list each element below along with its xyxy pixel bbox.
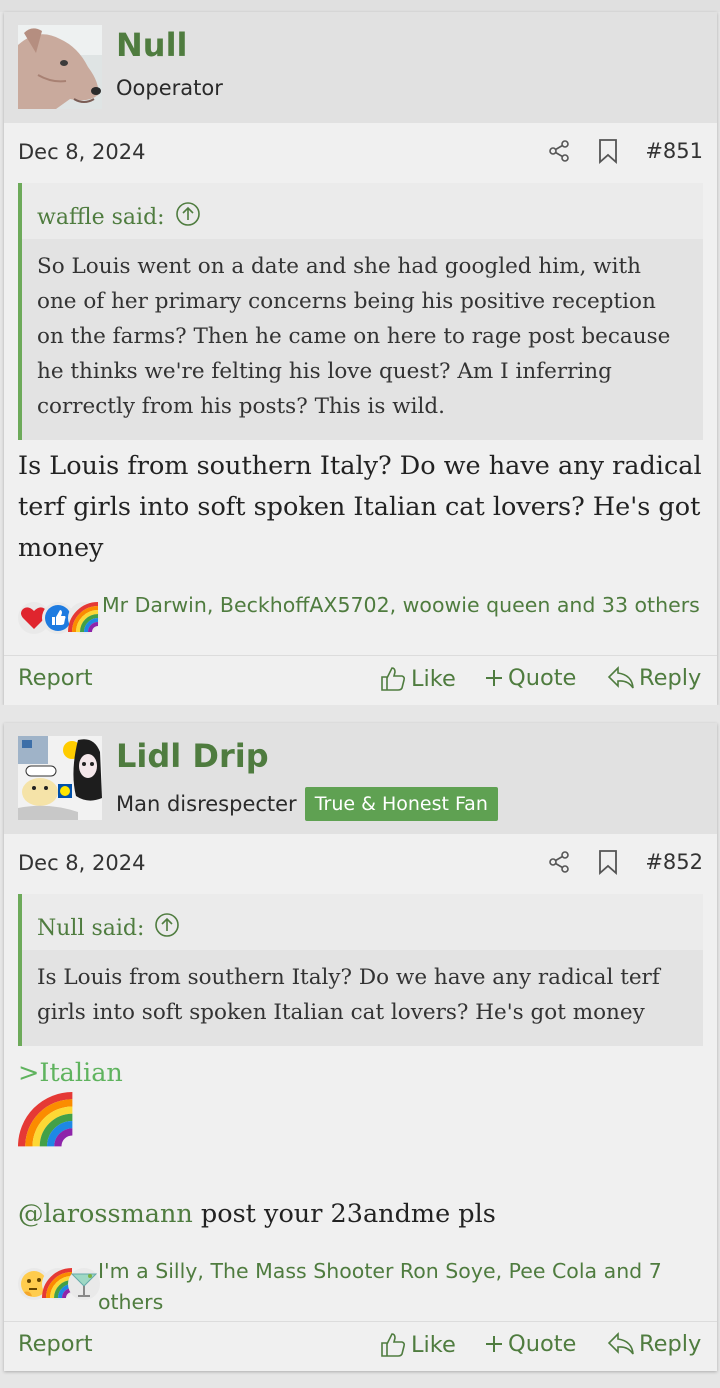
post: Null Ooperator Dec 8, 2024 #851 waffle s… <box>4 12 717 705</box>
quote-author[interactable]: waffle said: <box>37 205 165 230</box>
quote-label: Quote <box>508 1331 577 1357</box>
rainbow-emoji <box>18 1092 703 1194</box>
like-label: Like <box>411 1332 456 1358</box>
report-button[interactable]: Report <box>18 665 93 691</box>
quote-block: waffle said: So Louis went on a date and… <box>18 183 703 440</box>
reactions-list[interactable]: Mr Darwin, BeckhoffAX5702, woowie queen … <box>102 590 700 621</box>
arrow-up-circle-icon[interactable] <box>175 201 201 233</box>
reply-label: Reply <box>639 1331 702 1357</box>
reply-button[interactable]: Reply <box>607 665 701 691</box>
reply-button[interactable]: Reply <box>607 1331 701 1357</box>
rainbow-icon <box>68 602 100 634</box>
post-actions: Report Like Quote Reply <box>4 655 717 705</box>
post-date[interactable]: Dec 8, 2024 <box>18 851 145 875</box>
bookmark-icon[interactable] <box>597 138 619 164</box>
thumbs-up-icon <box>379 665 407 693</box>
user-title: Man disrespecter True & Honest Fan <box>116 787 498 821</box>
plus-icon <box>484 1334 504 1354</box>
reply-label: Reply <box>639 665 702 691</box>
post-user-header: Null Ooperator <box>4 12 717 123</box>
reactions-list[interactable]: I'm a Silly, The Mass Shooter Ron Soye, … <box>98 1256 703 1318</box>
username[interactable]: Null <box>116 26 188 64</box>
post-actions: Report Like Quote Reply <box>4 1321 717 1371</box>
reactions-bar[interactable]: I'm a Silly, The Mass Shooter Ron Soye, … <box>18 1256 703 1318</box>
reaction-icons[interactable] <box>18 602 102 642</box>
quote-block: Null said: Is Louis from southern Italy?… <box>18 894 703 1046</box>
quote-author[interactable]: Null said: <box>37 916 144 941</box>
post-meta-icons: #851 <box>547 138 703 164</box>
quote-button[interactable]: Quote <box>484 665 576 691</box>
post-meta: Dec 8, 2024 #852 <box>4 844 717 884</box>
quote-header[interactable]: Null said: <box>22 894 703 950</box>
greentext-line: >Italian <box>18 1058 123 1088</box>
post-meta-icons: #852 <box>547 849 703 875</box>
message-tail: post your 23andme pls <box>192 1199 496 1229</box>
reactions-bar[interactable]: Mr Darwin, BeckhoffAX5702, woowie queen … <box>18 590 703 652</box>
reply-arrow-icon <box>607 665 635 691</box>
page-top-strip <box>0 0 720 12</box>
avatar[interactable] <box>18 25 102 109</box>
user-title-text: Ooperator <box>116 76 223 100</box>
user-title: Ooperator <box>116 76 223 100</box>
like-label: Like <box>411 666 456 692</box>
message-line: @larossmann post your 23andme pls <box>18 1194 703 1235</box>
user-banner: True & Honest Fan <box>304 787 498 821</box>
like-button[interactable]: Like <box>379 1331 456 1359</box>
quote-label: Quote <box>508 665 577 691</box>
bookmark-icon[interactable] <box>597 849 619 875</box>
post-date[interactable]: Dec 8, 2024 <box>18 140 145 164</box>
share-icon[interactable] <box>547 850 571 874</box>
quote-text: So Louis went on a date and she had goog… <box>22 239 703 440</box>
thumbs-up-icon <box>379 1331 407 1359</box>
avatar[interactable] <box>18 736 102 820</box>
quote-header[interactable]: waffle said: <box>22 183 703 239</box>
user-title-text: Man disrespecter <box>116 792 297 816</box>
cocktail-icon <box>68 1268 100 1300</box>
post-message: >Italian @larossmann post your 23andme p… <box>18 1053 703 1235</box>
reaction-icons[interactable] <box>18 1268 100 1308</box>
post-separator <box>0 705 720 723</box>
report-button[interactable]: Report <box>18 1331 93 1357</box>
share-icon[interactable] <box>547 139 571 163</box>
like-button[interactable]: Like <box>379 665 456 693</box>
post-number[interactable]: #851 <box>645 139 703 163</box>
post: Lidl Drip Man disrespecter True & Honest… <box>4 723 717 1371</box>
post-meta: Dec 8, 2024 #851 <box>4 133 717 173</box>
username[interactable]: Lidl Drip <box>116 737 269 775</box>
post-message: Is Louis from southern Italy? Do we have… <box>18 451 702 563</box>
post-number[interactable]: #852 <box>645 850 703 874</box>
reply-arrow-icon <box>607 1331 635 1357</box>
arrow-up-circle-icon[interactable] <box>154 912 180 944</box>
quote-text: Is Louis from southern Italy? Do we have… <box>22 950 703 1046</box>
post-user-header: Lidl Drip Man disrespecter True & Honest… <box>4 723 717 834</box>
plus-icon <box>484 668 504 688</box>
quote-button[interactable]: Quote <box>484 1331 576 1357</box>
user-mention[interactable]: @larossmann <box>18 1199 193 1229</box>
